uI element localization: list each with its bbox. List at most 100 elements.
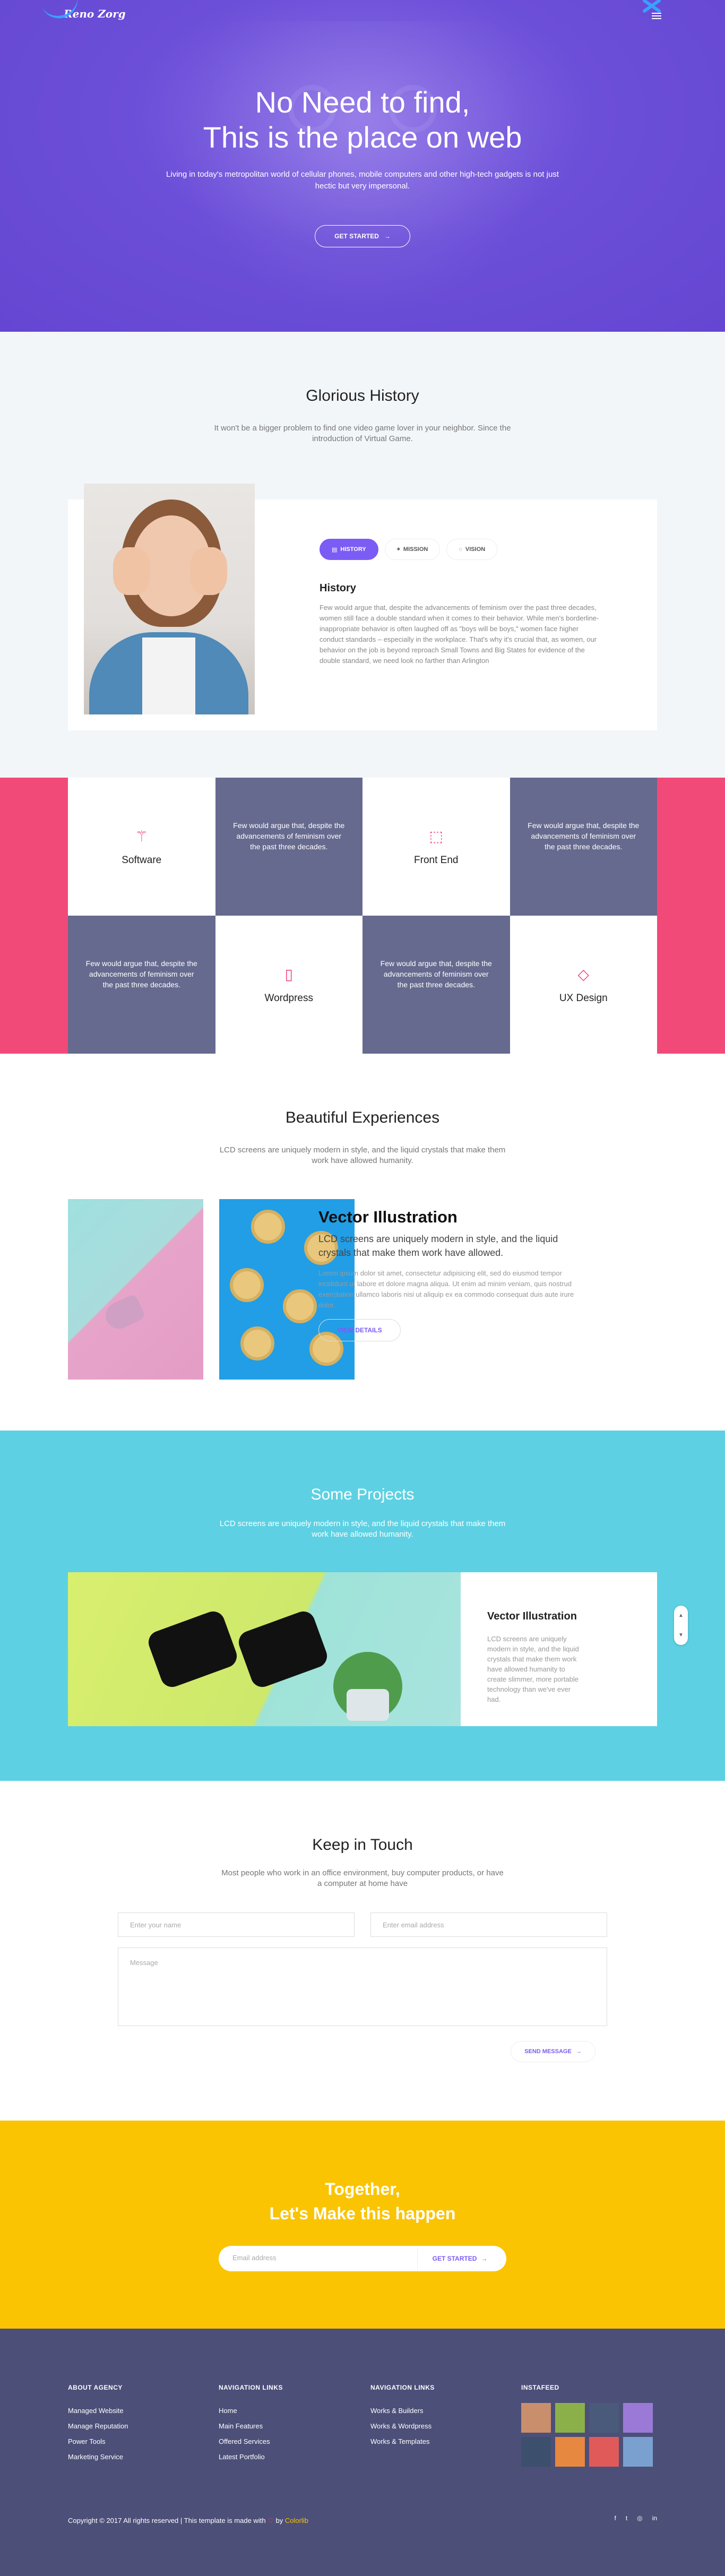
copyright: Copyright © 2017 All rights reserved | T… bbox=[68, 2517, 308, 2525]
book-icon: ▤ bbox=[332, 546, 338, 553]
experiences-heading: Vector Illustration bbox=[318, 1208, 458, 1226]
get-started-button[interactable]: GET STARTED → bbox=[315, 225, 410, 247]
tab-history[interactable]: ▤ HISTORY bbox=[320, 539, 378, 560]
feature-label: Software bbox=[122, 854, 162, 866]
cta-get-started-button[interactable]: GET STARTED → bbox=[417, 2248, 502, 2269]
feature-text: Few would argue that, despite the advanc… bbox=[362, 916, 510, 1054]
instafeed-thumbnail[interactable] bbox=[555, 2403, 585, 2433]
features-section: ⚚ Software Few would argue that, despite… bbox=[0, 778, 725, 1054]
send-message-button[interactable]: SEND MESSAGE → bbox=[511, 2041, 595, 2062]
project-image bbox=[68, 1572, 461, 1726]
projects-title: Some Projects bbox=[310, 1486, 415, 1503]
cta-title-line1: Together, bbox=[325, 2179, 400, 2199]
hero-subtitle: Living in today's metropolitan world of … bbox=[166, 170, 559, 191]
history-portrait-photo bbox=[84, 484, 255, 714]
get-started-label: GET STARTED bbox=[334, 232, 379, 240]
colorlib-link[interactable]: Colorlib bbox=[285, 2517, 308, 2525]
footer-link[interactable]: Managed Website bbox=[68, 2403, 128, 2418]
footer-link[interactable]: Latest Portfolio bbox=[219, 2449, 283, 2465]
cta-title-line2: Let's Make this happen bbox=[269, 2204, 456, 2223]
footer-link[interactable]: Main Features bbox=[219, 2418, 283, 2434]
tab-history-label: HISTORY bbox=[340, 546, 366, 553]
instafeed-thumbnail[interactable] bbox=[623, 2403, 653, 2433]
experiences-intro: LCD screens are uniquely modern in style… bbox=[219, 1145, 506, 1165]
features-side-accent bbox=[0, 778, 68, 1054]
instafeed-thumbnail[interactable] bbox=[589, 2437, 619, 2467]
footer-link[interactable]: Offered Services bbox=[219, 2434, 283, 2449]
instafeed-thumbnail[interactable] bbox=[623, 2437, 653, 2467]
feature-label: Front End bbox=[414, 854, 459, 866]
linkedin-icon[interactable]: in bbox=[652, 2514, 657, 2522]
instafeed-thumbnail[interactable] bbox=[521, 2437, 551, 2467]
eye-icon: ◌ bbox=[459, 546, 462, 553]
footer-link[interactable]: Manage Reputation bbox=[68, 2418, 128, 2434]
footer-link[interactable]: Works & Templates bbox=[370, 2434, 435, 2449]
tab-vision[interactable]: ◌ VISION bbox=[446, 539, 498, 560]
instafeed-thumbnail[interactable] bbox=[521, 2403, 551, 2433]
history-tabs: ▤ HISTORY ⌖ MISSION ◌ VISION bbox=[320, 539, 498, 560]
footer-link[interactable]: Home bbox=[219, 2403, 283, 2418]
heart-icon: ♡ bbox=[267, 2517, 274, 2525]
feature-label: UX Design bbox=[559, 992, 608, 1004]
experiences-section: Beautiful Experiences LCD screens are un… bbox=[0, 1054, 725, 1431]
copyright-text: Copyright © 2017 All rights reserved | T… bbox=[68, 2517, 266, 2525]
site-footer: ABOUT AGENCY Managed Website Manage Repu… bbox=[0, 2329, 725, 2576]
history-paragraph: Few would argue that, despite the advanc… bbox=[320, 604, 599, 665]
footer-link[interactable]: Marketing Service bbox=[68, 2449, 128, 2465]
name-input[interactable]: Enter your name bbox=[118, 1912, 355, 1937]
history-box: ▤ HISTORY ⌖ MISSION ◌ VISION History Few… bbox=[68, 484, 657, 730]
instafeed-grid bbox=[521, 2403, 653, 2467]
footer-link[interactable]: Works & Wordpress bbox=[370, 2418, 435, 2434]
message-textarea[interactable]: Message bbox=[118, 1948, 607, 2026]
footer-link[interactable]: Works & Builders bbox=[370, 2403, 435, 2418]
email-input[interactable]: Enter email address bbox=[370, 1912, 607, 1937]
footer-col-title: ABOUT AGENCY bbox=[68, 2384, 123, 2391]
newsletter-email-input[interactable]: Email address bbox=[232, 2254, 276, 2262]
feature-ux-design[interactable]: ◇ UX Design bbox=[510, 916, 657, 1054]
feature-front-end[interactable]: ⬚ Front End bbox=[362, 778, 510, 916]
contact-section: Keep in Touch Most people who work in an… bbox=[0, 1781, 725, 2121]
contact-title: Keep in Touch bbox=[312, 1836, 413, 1854]
footer-col-title: NAVIGATION LINKS bbox=[219, 2384, 283, 2391]
features-grid: ⚚ Software Few would argue that, despite… bbox=[68, 778, 657, 1054]
arrow-right-icon: → bbox=[575, 2048, 582, 2055]
arrow-right-icon: → bbox=[481, 2255, 488, 2262]
footer-col-nav-2: NAVIGATION LINKS Works & Builders Works … bbox=[370, 2384, 435, 2449]
footer-col-nav-1: NAVIGATION LINKS Home Main Features Offe… bbox=[219, 2384, 283, 2465]
projects-section: Some Projects LCD screens are uniquely m… bbox=[0, 1431, 725, 1781]
cta-title: Together, Let's Make this happen bbox=[0, 2177, 725, 2226]
footer-link[interactable]: Power Tools bbox=[68, 2434, 128, 2449]
menu-icon[interactable] bbox=[652, 13, 661, 21]
social-links: f t ◎ in bbox=[614, 2514, 657, 2522]
arrow-right-icon: → bbox=[384, 232, 391, 240]
tab-mission[interactable]: ⌖ MISSION bbox=[384, 539, 441, 560]
cta-section: Together, Let's Make this happen Email a… bbox=[0, 2121, 725, 2329]
copyright-by: by bbox=[275, 2517, 283, 2525]
project-paragraph: LCD screens are uniquely modern in style… bbox=[487, 1635, 579, 1703]
footer-col-about: ABOUT AGENCY Managed Website Manage Repu… bbox=[68, 2384, 128, 2465]
project-card[interactable]: Vector Illustration LCD screens are uniq… bbox=[68, 1572, 657, 1726]
site-logo[interactable]: Reno Zorg bbox=[40, 0, 126, 23]
dribbble-icon[interactable]: ◎ bbox=[637, 2514, 642, 2522]
history-title: Glorious History bbox=[306, 387, 419, 404]
hero-section: Reno Zorg No Need to find, This is the p… bbox=[0, 0, 725, 332]
arrow-down-icon[interactable]: ▼ bbox=[678, 1632, 684, 1638]
send-message-label: SEND MESSAGE bbox=[524, 2048, 572, 2055]
experiences-lead: LCD screens are uniquely modern in style… bbox=[318, 1234, 558, 1258]
instafeed-thumbnail[interactable] bbox=[555, 2437, 585, 2467]
newsletter-form: Email address GET STARTED → bbox=[219, 2246, 506, 2271]
history-intro: It won't be a bigger problem to find one… bbox=[214, 424, 511, 443]
hero-title-line1: No Need to find, bbox=[255, 85, 470, 119]
footer-col-instafeed: INSTAFEED bbox=[521, 2384, 653, 2467]
view-details-button[interactable]: VIEW DETAILS bbox=[318, 1319, 401, 1341]
arrow-up-icon[interactable]: ▲ bbox=[678, 1613, 684, 1618]
facebook-icon[interactable]: f bbox=[614, 2514, 616, 2522]
tablet-icon: ▯ bbox=[284, 966, 293, 983]
footer-col-title: NAVIGATION LINKS bbox=[370, 2384, 435, 2391]
feature-label: Wordpress bbox=[264, 992, 313, 1004]
instafeed-thumbnail[interactable] bbox=[589, 2403, 619, 2433]
carousel-arrows: ▲ ▼ bbox=[674, 1606, 688, 1645]
feature-software[interactable]: ⚚ Software bbox=[68, 778, 215, 916]
feature-wordpress[interactable]: ▯ Wordpress bbox=[215, 916, 362, 1054]
twitter-icon[interactable]: t bbox=[626, 2514, 627, 2522]
